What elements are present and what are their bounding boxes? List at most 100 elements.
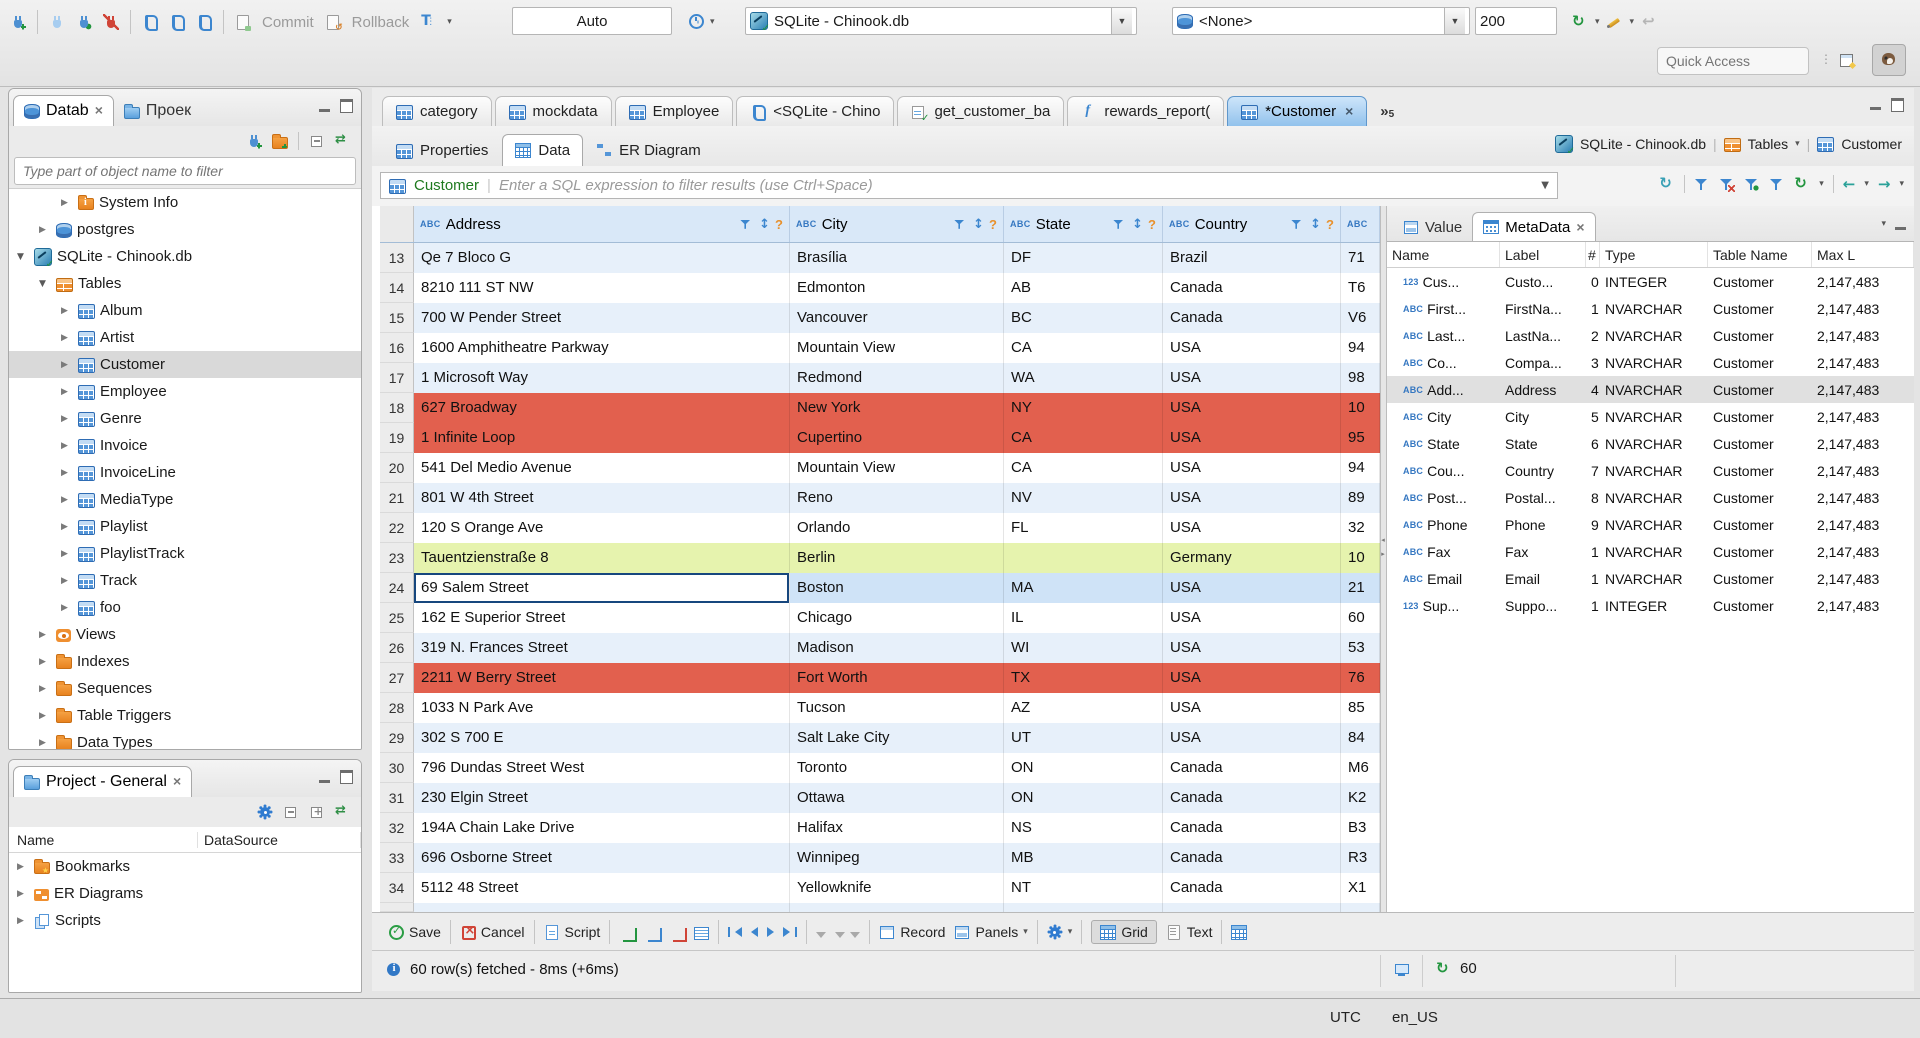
cell-address[interactable]: 1033 N Park Ave <box>414 693 790 723</box>
meta-cell-table[interactable]: Customer <box>1708 538 1812 565</box>
row-number[interactable]: 33 <box>380 843 414 873</box>
script-button[interactable]: Script <box>544 924 600 940</box>
cell-address[interactable]: Tauentzienstraße 8 <box>414 543 790 573</box>
cell-postal-partial[interactable]: 10 <box>1341 543 1380 573</box>
cell-country[interactable]: Brazil <box>1163 243 1341 273</box>
tree-item[interactable]: Employee <box>9 378 361 405</box>
expand-all-icon[interactable] <box>309 804 325 820</box>
meta-cell-maxlength[interactable]: 2,147,483 <box>1812 565 1914 592</box>
column-sort-icon[interactable] <box>973 217 984 232</box>
close-tab-icon[interactable] <box>1576 219 1584 236</box>
filter-history-dropdown-icon[interactable]: ▼ <box>1541 180 1549 191</box>
table-row[interactable]: 17 1 Microsoft Way Redmond WA USA 98 <box>380 363 1380 393</box>
table-row[interactable]: 25 162 E Superior Street Chicago IL USA … <box>380 603 1380 633</box>
table-row[interactable]: 13 Qe 7 Bloco G Brasília DF Brazil 71 <box>380 243 1380 273</box>
cell-address[interactable]: 162 E Superior Street <box>414 603 790 633</box>
table-row[interactable]: 14 8210 111 ST NW Edmonton AB Canada T6 <box>380 273 1380 303</box>
connect-icon[interactable] <box>49 14 65 30</box>
tree-item[interactable]: System Info <box>9 189 361 216</box>
project-tree-item[interactable]: Scripts <box>9 907 361 934</box>
meta-col-type[interactable]: Type <box>1600 242 1708 267</box>
meta-cell-table[interactable]: Customer <box>1708 403 1812 430</box>
cell-state[interactable]: ON <box>1004 753 1163 783</box>
cell-address[interactable]: 1600 Amphitheatre Parkway <box>414 333 790 363</box>
cell-city[interactable]: Fort Worth <box>790 663 1004 693</box>
table-row[interactable]: 15 700 W Pender Street Vancouver BC Cana… <box>380 303 1380 333</box>
column-filter-icon[interactable] <box>1291 218 1304 231</box>
cell-address[interactable]: 1 Infinite Loop <box>414 423 790 453</box>
column-help-icon[interactable] <box>1326 217 1334 232</box>
cell-address[interactable]: 541 Del Medio Avenue <box>414 453 790 483</box>
meta-cell-name[interactable]: Phone <box>1387 511 1500 538</box>
editor-tab[interactable]: get_customer_ba <box>897 96 1065 126</box>
cell-postal-partial[interactable]: 60 <box>1341 603 1380 633</box>
cell-postal-partial[interactable]: M6 <box>1341 753 1380 783</box>
nav-forward-dropdown-icon[interactable]: ▾ <box>1899 179 1904 189</box>
meta-cell-name[interactable]: State <box>1387 430 1500 457</box>
cell-city[interactable]: Salt Lake City <box>790 723 1004 753</box>
cell-postal-partial[interactable]: 94 <box>1341 453 1380 483</box>
previous-page-button[interactable] <box>751 927 759 937</box>
last-page-button[interactable] <box>783 927 798 937</box>
cell-city[interactable]: Redmond <box>790 363 1004 393</box>
cell-city[interactable]: Orlando <box>790 513 1004 543</box>
expand-arrow-icon[interactable] <box>61 549 73 559</box>
meta-cell-name[interactable]: Last... <box>1387 322 1500 349</box>
cell-address[interactable]: 230 Elgin Street <box>414 783 790 813</box>
tree-item[interactable]: Customer <box>9 351 361 378</box>
tree-item[interactable]: Playlist <box>9 513 361 540</box>
edit-row-icon[interactable] <box>694 926 710 940</box>
new-sql-editor-icon[interactable] <box>196 14 212 31</box>
editor-subtab[interactable]: Properties <box>384 135 500 166</box>
cell-country[interactable]: USA <box>1163 513 1341 543</box>
meta-cell-type[interactable]: NVARCHAR <box>1600 538 1708 565</box>
cell-country[interactable]: USA <box>1163 393 1341 423</box>
cell-state[interactable]: BC <box>1004 303 1163 333</box>
cell-address[interactable]: 627 Broadway <box>414 393 790 423</box>
metadata-row[interactable]: Email Email 1 NVARCHAR Customer 2,147,48… <box>1387 565 1914 592</box>
fetch-all-rows-button[interactable] <box>835 927 861 938</box>
cell-country[interactable]: Canada <box>1163 303 1341 333</box>
row-number[interactable]: 22 <box>380 513 414 543</box>
perspective-dbeaver-button[interactable] <box>1872 44 1906 76</box>
cell-city[interactable]: Vancouver <box>790 303 1004 333</box>
breadcrumb-tables[interactable]: Tables <box>1748 136 1788 152</box>
row-number[interactable]: 23 <box>380 543 414 573</box>
auto-refresh-icon[interactable] <box>1794 174 1810 192</box>
metadata-row[interactable]: Phone Phone 9 NVARCHAR Customer 2,147,48… <box>1387 511 1914 538</box>
meta-cell-label[interactable]: Fax <box>1500 538 1586 565</box>
tree-item[interactable]: PlaylistTrack <box>9 540 361 567</box>
cell-city[interactable]: Toronto <box>790 753 1004 783</box>
cell-postal-partial[interactable]: 76 <box>1341 663 1380 693</box>
row-number[interactable]: 31 <box>380 783 414 813</box>
cell-state[interactable]: IL <box>1004 603 1163 633</box>
transaction-mode-icon[interactable] <box>420 13 436 30</box>
meta-cell-name[interactable]: First... <box>1387 295 1500 322</box>
meta-cell-type[interactable]: NVARCHAR <box>1600 484 1708 511</box>
transaction-mode-dropdown-icon[interactable]: ▾ <box>447 17 452 27</box>
meta-cell-maxlength[interactable]: 2,147,483 <box>1812 349 1914 376</box>
meta-cell-name[interactable]: City <box>1387 403 1500 430</box>
active-connection-combo[interactable]: SQLite - Chinook.db ▼ <box>745 7 1137 35</box>
open-sql-editor-icon[interactable] <box>169 14 185 31</box>
cell-postal-partial[interactable]: X1 <box>1341 873 1380 903</box>
meta-cell-number[interactable]: 8 <box>1586 484 1600 511</box>
filter-placeholder[interactable]: Enter a SQL expression to filter results… <box>499 177 1533 194</box>
tree-item[interactable]: SQLite - Chinook.db <box>9 243 361 270</box>
meta-cell-type[interactable]: NVARCHAR <box>1600 322 1708 349</box>
meta-cell-maxlength[interactable]: 2,147,483 <box>1812 457 1914 484</box>
cell-country[interactable]: USA <box>1163 573 1341 603</box>
collapse-all-icon[interactable] <box>283 804 299 820</box>
cell-address[interactable]: 2211 W Berry Street <box>414 663 790 693</box>
column-filter-icon[interactable] <box>1113 218 1126 231</box>
column-filter-icon[interactable] <box>954 218 967 231</box>
tree-item[interactable]: Tables <box>9 270 361 297</box>
link-with-editor-icon[interactable] <box>335 803 351 820</box>
cell-state[interactable]: CA <box>1004 333 1163 363</box>
cell-city[interactable]: Mountain View <box>790 333 1004 363</box>
cell-state[interactable]: ON <box>1004 783 1163 813</box>
cell-city[interactable]: Yellowknife <box>790 873 1004 903</box>
cell-country[interactable]: Canada <box>1163 783 1341 813</box>
cell-postal-partial[interactable]: 98 <box>1341 363 1380 393</box>
column-header[interactable]: City <box>790 206 1004 242</box>
